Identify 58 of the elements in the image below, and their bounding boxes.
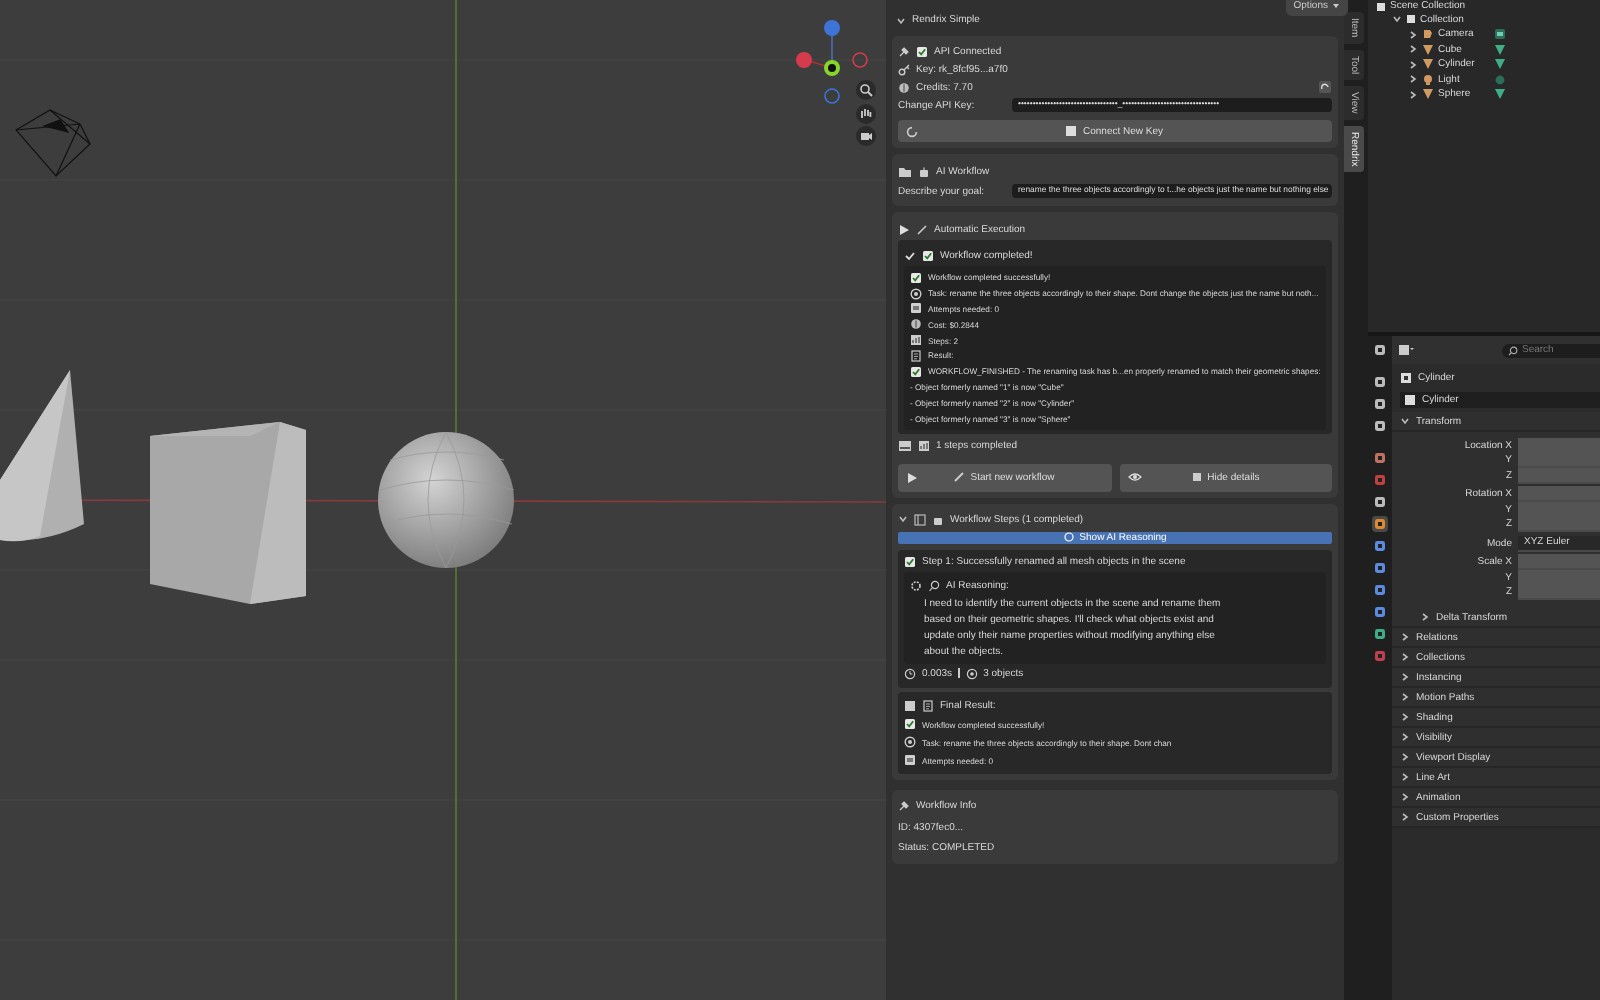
search-icon [928,579,940,592]
camera-icon [1422,28,1434,41]
clock-icon [904,667,916,680]
folder-icon [898,165,912,177]
sphere-object[interactable] [378,431,515,569]
check-icon [916,45,928,57]
divider-line [958,668,960,679]
square-icon [1066,126,1077,136]
search-icon [1508,345,1518,355]
3d-viewport[interactable] [0,0,886,1000]
coin-icon [910,318,922,331]
document-icon [910,349,922,362]
editor-type-icon[interactable] [1398,344,1414,356]
check-icon [922,249,934,261]
zoom-icon[interactable] [856,80,876,100]
eye-icon [1127,471,1141,482]
search-icon [1063,532,1074,543]
check-icon [910,271,922,284]
wand-icon [954,472,965,483]
cube-object[interactable] [150,422,306,604]
number-field[interactable] [1518,437,1600,454]
checkmark-icon [904,249,916,261]
counter-icon [904,754,916,767]
counter-icon [910,302,922,315]
plug-icon [898,800,910,813]
target-icon [904,736,916,749]
document-icon [922,699,934,712]
coin-icon [898,81,910,93]
key-icon [898,63,910,75]
display-icon [898,439,912,452]
cone-object[interactable] [0,370,84,542]
number-field[interactable] [1518,516,1600,533]
chart-icon [910,334,922,347]
square-icon [904,699,916,712]
number-field[interactable] [1518,486,1600,503]
hand-icon[interactable] [856,104,876,124]
light-icon [1422,73,1434,86]
check-icon [904,556,916,569]
camera-icon[interactable] [856,126,876,146]
number-field[interactable] [1518,584,1600,601]
refresh-icon[interactable] [1318,80,1332,94]
chart-icon [918,439,930,452]
square-icon [1191,472,1202,483]
camera-data-icon[interactable] [1494,28,1506,41]
list-icon [914,513,926,526]
target-icon [910,287,922,300]
refresh-icon [906,126,918,138]
plug-icon [898,45,910,57]
number-field[interactable] [1518,452,1600,469]
caret-icon [1332,2,1340,10]
wand-icon [916,223,928,235]
light-data-icon[interactable] [1494,73,1506,86]
number-field[interactable] [1518,554,1600,571]
play-icon [898,223,910,235]
play-icon [906,471,918,484]
mesh-icon [1422,88,1434,101]
check-icon [904,718,916,731]
check-icon [910,365,922,378]
